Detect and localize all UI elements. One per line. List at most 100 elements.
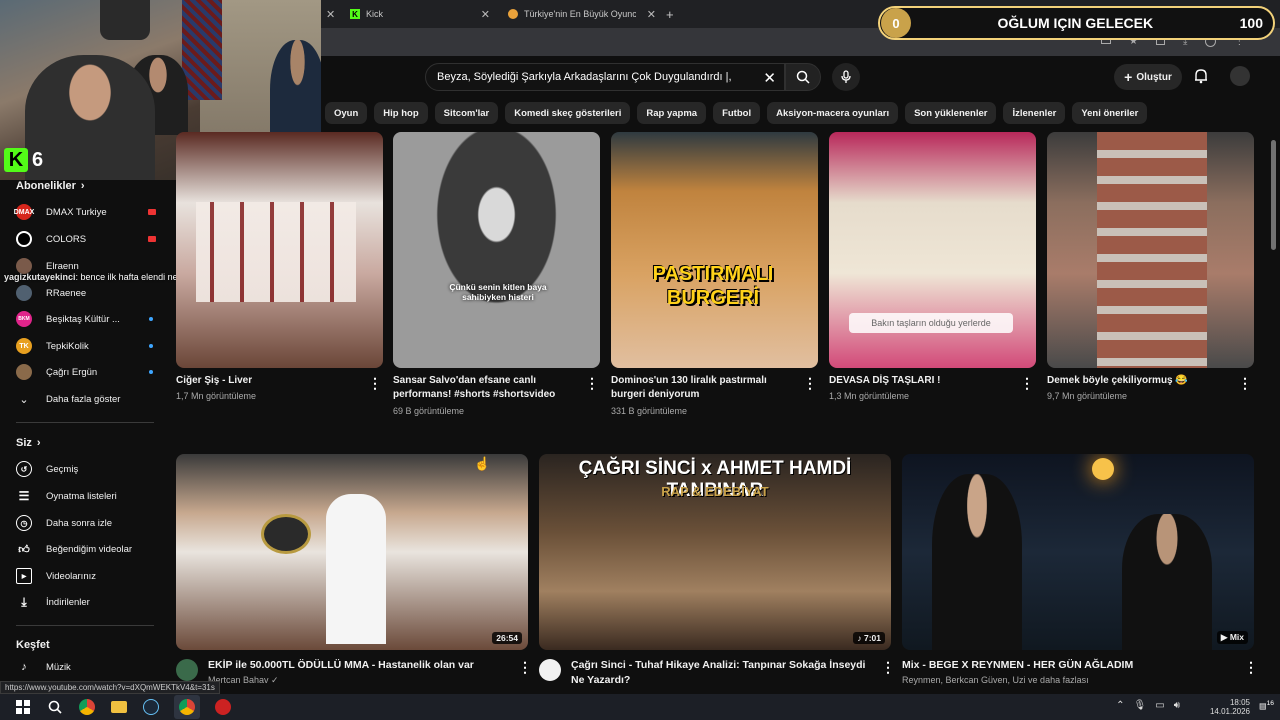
short-title[interactable]: Dominos'un 130 liralık pastırmalı burger… bbox=[611, 374, 791, 402]
kick-logo-icon: K bbox=[4, 148, 28, 172]
short-title[interactable]: Sansar Salvo'dan efsane canlı performans… bbox=[393, 374, 573, 402]
scrollbar-thumb[interactable] bbox=[1271, 140, 1276, 250]
short-title[interactable]: Demek böyle çekiliyormuş 😂 bbox=[1047, 374, 1227, 388]
short-thumbnail[interactable]: Çünkü senin kitlen baya sahibiyken histe… bbox=[393, 132, 600, 368]
show-more-button[interactable]: ⌄ Daha fazla göster bbox=[16, 389, 156, 409]
channel-avatar[interactable] bbox=[176, 659, 198, 681]
channel-avatar bbox=[16, 285, 32, 301]
sidebar-item-downloads[interactable]: ⤓ İndirilenler bbox=[16, 592, 156, 612]
sidebar-item-bkm[interactable]: BKM Beşiktaş Kültür ... bbox=[16, 309, 156, 329]
notification-center-icon[interactable]: ▤16 bbox=[1259, 700, 1274, 711]
chip-new-to-you[interactable]: Yeni öneriler bbox=[1072, 102, 1148, 124]
sidebar-item-liked-videos[interactable]: 👍︎ Beğendiğim videolar bbox=[16, 539, 156, 559]
more-options-icon[interactable]: ⋮ bbox=[368, 375, 382, 392]
steam-icon[interactable] bbox=[142, 698, 160, 716]
app-icon[interactable] bbox=[214, 698, 232, 716]
goal-label: OĞLUM IÇIN GELECEK bbox=[997, 15, 1154, 31]
tab-close-prev[interactable]: ✕ bbox=[326, 4, 335, 24]
chip-sitcoms[interactable]: Sitcom'lar bbox=[434, 102, 499, 124]
video-thumbnail[interactable]: ÇAĞRI SİNCİ x AHMET HAMDİ TANPINAR RAP &… bbox=[539, 454, 891, 650]
more-options-icon[interactable]: ⋮ bbox=[803, 375, 817, 392]
video-title[interactable]: Çağrı Sinci - Tuhaf Hikaye Analizi: Tanp… bbox=[571, 658, 871, 688]
chip-recently-uploaded[interactable]: Son yüklenenler bbox=[905, 102, 997, 124]
thumbnail-art bbox=[261, 514, 311, 554]
more-options-icon[interactable]: ⋮ bbox=[1238, 375, 1252, 392]
sidebar-item-colors[interactable]: COLORS bbox=[16, 229, 156, 249]
mic-icon bbox=[841, 70, 851, 83]
new-content-dot bbox=[149, 370, 153, 374]
notifications-bell-icon[interactable] bbox=[1192, 67, 1210, 85]
explore-header: Keşfet bbox=[16, 639, 50, 651]
chrome-icon[interactable] bbox=[78, 698, 96, 716]
more-options-icon[interactable]: ⋮ bbox=[1020, 375, 1034, 392]
more-options-icon[interactable]: ⋮ bbox=[1244, 659, 1258, 676]
sidebar-item-watch-later[interactable]: ◷ Daha sonra izle bbox=[16, 513, 156, 533]
sidebar-item-your-videos[interactable]: ▶ Videolarınız bbox=[16, 566, 156, 586]
close-icon[interactable]: ✕ bbox=[647, 8, 656, 21]
sidebar-item-cagri-ergun[interactable]: Çağrı Ergün bbox=[16, 362, 156, 382]
sidebar-item-dmax[interactable]: DMAX DMAX Turkiye bbox=[14, 202, 156, 222]
sidebar-item-label: Geçmiş bbox=[46, 463, 79, 475]
chip-action-adventure[interactable]: Aksiyon-macera oyunları bbox=[767, 102, 899, 124]
browser-tab-kick[interactable]: K Kick ✕ bbox=[350, 4, 490, 24]
search-input[interactable]: Beyza, Söylediği Şarkıyla Arkadaşlarını … bbox=[425, 63, 785, 91]
clock[interactable]: 18:05 14.01.2026 bbox=[1210, 698, 1250, 716]
video-title[interactable]: EKİP ile 50.000TL ÖDÜLLÜ MMA - Hastaneli… bbox=[208, 658, 508, 673]
more-options-icon[interactable]: ⋮ bbox=[585, 375, 599, 392]
file-explorer-icon[interactable] bbox=[110, 698, 128, 716]
subscriptions-header[interactable]: Abonelikler › bbox=[16, 180, 85, 192]
chip-comedy-sketch[interactable]: Komedi skeç gösterileri bbox=[505, 102, 631, 124]
video-title[interactable]: Mix - BEGE X REYNMEN - HER GÜN AĞLADIM bbox=[902, 658, 1232, 673]
browser-tab-site[interactable]: Türkiye'nin En Büyük Oyuncu D ✕ bbox=[508, 4, 656, 24]
video-duration: ▶ Mix bbox=[1216, 631, 1248, 644]
chip-hip-hop[interactable]: Hip hop bbox=[374, 102, 428, 124]
short-thumbnail[interactable] bbox=[1047, 132, 1254, 368]
more-options-icon[interactable]: ⋮ bbox=[881, 659, 895, 676]
chevron-right-icon: › bbox=[36, 437, 41, 449]
you-section-header[interactable]: Siz › bbox=[16, 437, 41, 449]
video-duration: ♪ 7:01 bbox=[853, 632, 885, 644]
volume-icon[interactable]: 🔊︎ bbox=[1174, 700, 1180, 711]
short-thumbnail[interactable]: PASTIRMALI BURGERİ bbox=[611, 132, 818, 368]
more-options-icon[interactable]: ⋮ bbox=[518, 659, 532, 676]
chrome-active-icon[interactable] bbox=[174, 695, 200, 719]
close-icon[interactable]: ✕ bbox=[481, 8, 490, 21]
sidebar-item-label: Daha sonra izle bbox=[46, 517, 113, 529]
search-icon[interactable] bbox=[46, 698, 64, 716]
create-button[interactable]: + Oluştur bbox=[1114, 64, 1182, 90]
voice-search-button[interactable] bbox=[832, 63, 860, 91]
search-button[interactable] bbox=[785, 63, 821, 91]
link-preview: https://www.youtube.com/watch?v=dXQmWEKT… bbox=[0, 681, 220, 694]
mic-icon[interactable]: 🎙︎ bbox=[1134, 700, 1147, 711]
chip-oyun[interactable]: Oyun bbox=[325, 102, 368, 124]
sidebar-item-rraenee[interactable]: RRaenee bbox=[16, 283, 156, 303]
network-icon[interactable]: ▭ bbox=[1155, 700, 1164, 711]
windows-start-icon[interactable] bbox=[14, 698, 32, 716]
sidebar-item-music[interactable]: ♪ Müzik bbox=[16, 657, 156, 677]
video-thumbnail[interactable]: 26:54 bbox=[176, 454, 528, 650]
short-title[interactable]: DEVASA DİŞ TAŞLARI ! bbox=[829, 374, 1009, 388]
notification-count: 16 bbox=[1266, 700, 1274, 707]
sidebar-item-history[interactable]: ↺ Geçmiş bbox=[16, 459, 156, 479]
mouse-cursor-icon: ☝ bbox=[474, 456, 491, 471]
kick-viewer-badge: K 6 bbox=[4, 148, 43, 172]
new-tab-button[interactable]: + bbox=[666, 4, 674, 24]
chip-rap[interactable]: Rap yapma bbox=[637, 102, 707, 124]
clear-search-icon[interactable]: ✕ bbox=[763, 69, 776, 87]
short-thumbnail[interactable] bbox=[176, 132, 383, 368]
chevron-down-icon: ⌄ bbox=[19, 393, 29, 406]
chip-futbol[interactable]: Futbol bbox=[713, 102, 761, 124]
short-title[interactable]: Ciğer Şiş - Liver bbox=[176, 374, 356, 388]
sidebar-item-playlists[interactable]: ☰ Oynatma listeleri bbox=[16, 486, 156, 506]
short-thumbnail[interactable]: Bakın taşların olduğu yerlerde bbox=[829, 132, 1036, 368]
chevron-up-icon[interactable]: ⌃ bbox=[1116, 700, 1124, 711]
new-content-dot bbox=[149, 317, 153, 321]
channel-name[interactable]: Reynmen, Berkcan Güven, Uzi ve daha fazl… bbox=[902, 675, 1089, 685]
thumbnail-caption: Bakın taşların olduğu yerlerde bbox=[849, 313, 1013, 333]
video-thumbnail[interactable]: ▶ Mix bbox=[902, 454, 1254, 650]
channel-avatar[interactable] bbox=[539, 659, 561, 681]
thumbnail-art bbox=[932, 474, 1022, 650]
sidebar-item-tepkikolik[interactable]: TK TepkiKolik bbox=[16, 336, 156, 356]
account-avatar[interactable] bbox=[1230, 66, 1250, 86]
chip-watched[interactable]: İzlenenler bbox=[1003, 102, 1066, 124]
